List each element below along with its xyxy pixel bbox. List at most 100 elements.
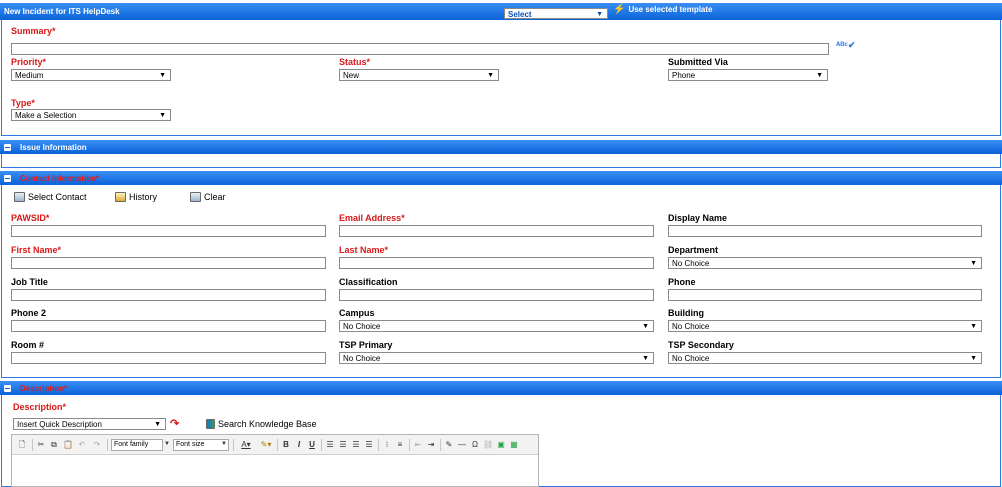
toolbar-divider bbox=[32, 439, 33, 451]
building-select[interactable]: No Choice ▼ bbox=[668, 320, 982, 332]
justify-icon[interactable]: ☰ bbox=[364, 439, 374, 450]
chevron-down-icon[interactable]: ▼ bbox=[219, 439, 229, 450]
link-icon[interactable]: ⛓ bbox=[483, 439, 493, 450]
email-input[interactable] bbox=[339, 225, 654, 237]
first-name-input[interactable] bbox=[11, 257, 326, 269]
tsp-primary-label: TSP Primary bbox=[339, 340, 393, 350]
special-char-icon[interactable]: Ω bbox=[470, 439, 480, 450]
pawsid-label: PAWSID* bbox=[11, 213, 50, 223]
bold-icon[interactable]: B bbox=[281, 439, 291, 450]
issue-section-body bbox=[1, 154, 1001, 168]
collapse-icon[interactable] bbox=[4, 175, 11, 182]
contact-section-title: Contact Information* bbox=[20, 174, 100, 183]
undo-icon[interactable]: ↶ bbox=[77, 439, 87, 450]
classification-label: Classification bbox=[339, 277, 398, 287]
spellcheck-icon[interactable]: ᴬᴮᶜ✔ bbox=[836, 40, 855, 51]
table-icon[interactable]: ▦ bbox=[509, 439, 519, 450]
use-template-button[interactable]: ⚡ Use selected template bbox=[613, 4, 713, 15]
toolbar-divider bbox=[277, 439, 278, 451]
toolbar-divider bbox=[233, 439, 234, 451]
italic-icon[interactable]: I bbox=[294, 439, 304, 450]
contact-section-body bbox=[1, 185, 1001, 378]
room-label: Room # bbox=[11, 340, 45, 350]
select-contact-button[interactable]: Select Contact bbox=[14, 192, 87, 202]
phone2-input[interactable] bbox=[11, 320, 326, 332]
summary-label: Summary* bbox=[11, 26, 56, 36]
align-left-icon[interactable]: ☰ bbox=[325, 439, 335, 450]
indent-icon[interactable]: ⇥ bbox=[426, 439, 436, 450]
horizontal-rule-icon[interactable]: — bbox=[457, 439, 467, 450]
history-icon bbox=[115, 192, 126, 202]
new-document-icon[interactable]: 🗋 bbox=[17, 439, 27, 450]
contact-section-header[interactable]: Contact Information* bbox=[0, 171, 1002, 185]
summary-input[interactable] bbox=[11, 43, 829, 55]
job-title-label: Job Title bbox=[11, 277, 48, 287]
lightning-icon: ⚡ bbox=[613, 4, 626, 15]
align-center-icon[interactable]: ☰ bbox=[338, 439, 348, 450]
align-right-icon[interactable]: ☰ bbox=[351, 439, 361, 450]
pawsid-input[interactable] bbox=[11, 225, 326, 237]
highlight-icon[interactable]: ✎▾ bbox=[257, 439, 275, 450]
toolbar-divider bbox=[321, 439, 322, 451]
tsp-secondary-label: TSP Secondary bbox=[668, 340, 734, 350]
first-name-label: First Name* bbox=[11, 245, 62, 255]
redo-icon[interactable]: ↷ bbox=[92, 439, 102, 450]
clear-icon bbox=[190, 192, 201, 202]
image-icon[interactable]: ▣ bbox=[496, 439, 506, 450]
edit-icon[interactable]: ✎ bbox=[444, 439, 454, 450]
collapse-icon[interactable] bbox=[4, 385, 11, 392]
last-name-input[interactable] bbox=[339, 257, 654, 269]
quick-description-select[interactable]: Insert Quick Description ▼ bbox=[13, 418, 166, 430]
building-label: Building bbox=[668, 308, 704, 318]
description-label: Description* bbox=[13, 402, 67, 412]
form-title: New Incident for ITS HelpDesk bbox=[4, 7, 120, 16]
display-name-input[interactable] bbox=[668, 225, 982, 237]
department-select[interactable]: No Choice ▼ bbox=[668, 257, 982, 269]
header-bar: New Incident for ITS HelpDesk bbox=[0, 3, 1002, 20]
text-color-icon[interactable]: A▾ bbox=[237, 439, 255, 450]
phone-label: Phone bbox=[668, 277, 696, 287]
cut-icon[interactable]: ✂ bbox=[36, 439, 46, 450]
toolbar-divider bbox=[440, 439, 441, 451]
font-family-select[interactable]: Font family bbox=[111, 439, 163, 451]
submitted-via-select[interactable]: Phone ▼ bbox=[668, 69, 828, 81]
contact-card-icon bbox=[14, 192, 25, 202]
email-label: Email Address* bbox=[339, 213, 405, 223]
template-select[interactable]: Select ▼ bbox=[504, 8, 608, 19]
outdent-icon[interactable]: ⇤ bbox=[413, 439, 423, 450]
search-kb-button[interactable]: Search Knowledge Base bbox=[206, 419, 317, 429]
toolbar-divider bbox=[409, 439, 410, 451]
toolbar-divider bbox=[378, 439, 379, 451]
book-icon bbox=[206, 419, 215, 429]
tsp-secondary-select[interactable]: No Choice ▼ bbox=[668, 352, 982, 364]
status-select[interactable]: New ▼ bbox=[339, 69, 499, 81]
clear-button[interactable]: Clear bbox=[190, 192, 226, 202]
paste-icon[interactable]: 📋 bbox=[62, 439, 74, 450]
type-label: Type* bbox=[11, 98, 35, 108]
phone-input[interactable] bbox=[668, 289, 982, 301]
classification-input[interactable] bbox=[339, 289, 654, 301]
copy-icon[interactable]: ⧉ bbox=[49, 439, 59, 450]
tsp-primary-select[interactable]: No Choice ▼ bbox=[339, 352, 654, 364]
campus-label: Campus bbox=[339, 308, 375, 318]
underline-icon[interactable]: U bbox=[307, 439, 317, 450]
campus-select[interactable]: No Choice ▼ bbox=[339, 320, 654, 332]
display-name-label: Display Name bbox=[668, 213, 728, 223]
type-select[interactable]: Make a Selection ▼ bbox=[11, 109, 171, 121]
room-input[interactable] bbox=[11, 352, 326, 364]
description-section-header[interactable]: Description* bbox=[0, 381, 1002, 395]
history-button[interactable]: History bbox=[115, 192, 157, 202]
department-label: Department bbox=[668, 245, 719, 255]
description-editor[interactable]: 🗋 ✂ ⧉ 📋 ↶ ↷ Font family ▼ Font size ▼ A▾… bbox=[11, 434, 539, 487]
issue-section-header[interactable]: Issue Information bbox=[0, 140, 1002, 154]
priority-label: Priority* bbox=[11, 57, 47, 67]
bullet-list-icon[interactable]: ⁝ bbox=[382, 439, 392, 450]
insert-arrow-icon[interactable]: ↷ bbox=[170, 417, 179, 430]
priority-select[interactable]: Medium ▼ bbox=[11, 69, 171, 81]
job-title-input[interactable] bbox=[11, 289, 326, 301]
editor-toolbar: 🗋 ✂ ⧉ 📋 ↶ ↷ Font family ▼ Font size ▼ A▾… bbox=[12, 435, 538, 455]
numbered-list-icon[interactable]: ≡ bbox=[395, 439, 405, 450]
status-label: Status* bbox=[339, 57, 371, 67]
chevron-down-icon[interactable]: ▼ bbox=[162, 439, 172, 450]
collapse-icon[interactable] bbox=[4, 144, 11, 151]
